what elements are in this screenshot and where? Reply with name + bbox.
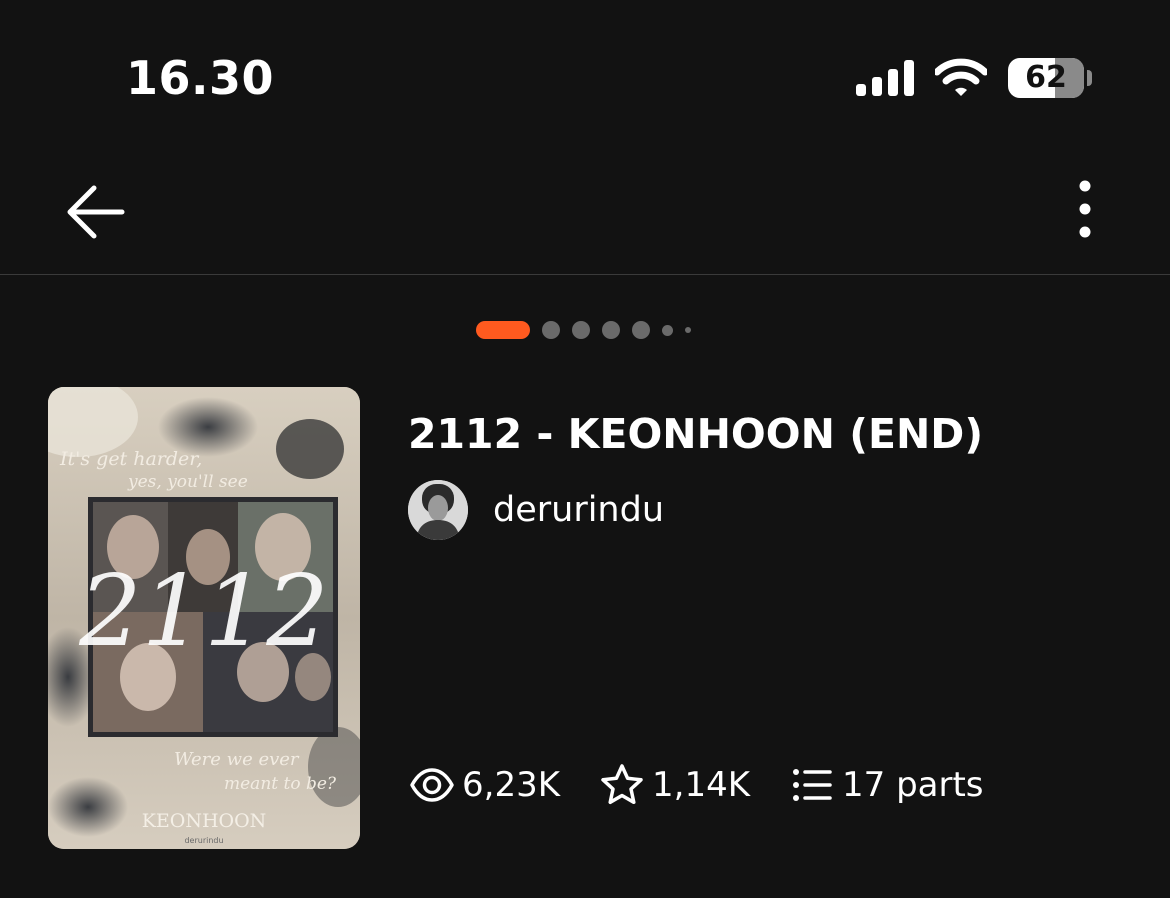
battery-icon: 62: [1008, 58, 1084, 98]
status-bar: 16.30 62: [0, 0, 1170, 150]
more-vertical-icon: [1079, 180, 1091, 238]
app-bar: [0, 150, 1170, 275]
parts-stat: 17 parts: [790, 763, 984, 807]
cover-tagline-4: meant to be?: [224, 774, 337, 794]
pager-dot[interactable]: [662, 324, 673, 336]
pager-dot[interactable]: [602, 321, 620, 339]
story-cover[interactable]: It's get harder, yes, you'll see 2112 We…: [48, 387, 360, 849]
cover-name: KEONHOON: [142, 810, 267, 832]
avatar: [408, 480, 468, 540]
arrow-left-icon: [67, 185, 125, 239]
battery-nub: [1087, 70, 1092, 86]
author-link[interactable]: derurindu: [408, 480, 664, 540]
pager-dot[interactable]: [685, 327, 691, 333]
votes-count: 1,14K: [652, 765, 750, 805]
story-stats: 6,23K 1,14K 17 parts: [410, 760, 1024, 810]
list-icon: [790, 763, 834, 807]
status-time: 16.30: [126, 51, 275, 105]
cover-tagline-2: yes, you'll see: [127, 472, 248, 492]
star-icon: [600, 763, 644, 807]
reads-stat: 6,23K: [410, 763, 560, 807]
cover-artwork: It's get harder, yes, you'll see 2112 We…: [48, 387, 360, 849]
wifi-icon: [935, 58, 987, 96]
pager-dot[interactable]: [542, 321, 560, 339]
pager-dot[interactable]: [572, 321, 590, 339]
cover-big-number: 2112: [78, 555, 328, 669]
battery-level-label: 62: [1025, 60, 1067, 95]
votes-stat: 1,14K: [600, 763, 750, 807]
story-pager: [476, 320, 703, 340]
story-title: 2112 - KEONHOON (END): [408, 410, 984, 458]
back-button[interactable]: [60, 176, 132, 248]
pager-dot[interactable]: [632, 321, 650, 339]
pager-dot[interactable]: [476, 321, 530, 339]
cover-tagline-1: It's get harder,: [59, 448, 202, 470]
cover-credit: derurindu: [184, 836, 223, 845]
reads-count: 6,23K: [462, 765, 560, 805]
parts-count: 17 parts: [842, 765, 984, 805]
more-options-button[interactable]: [1060, 176, 1110, 248]
eye-icon: [410, 763, 454, 807]
author-name: derurindu: [493, 490, 665, 530]
cellular-signal-icon: [856, 60, 914, 96]
cover-tagline-3: Were we ever: [174, 749, 300, 770]
